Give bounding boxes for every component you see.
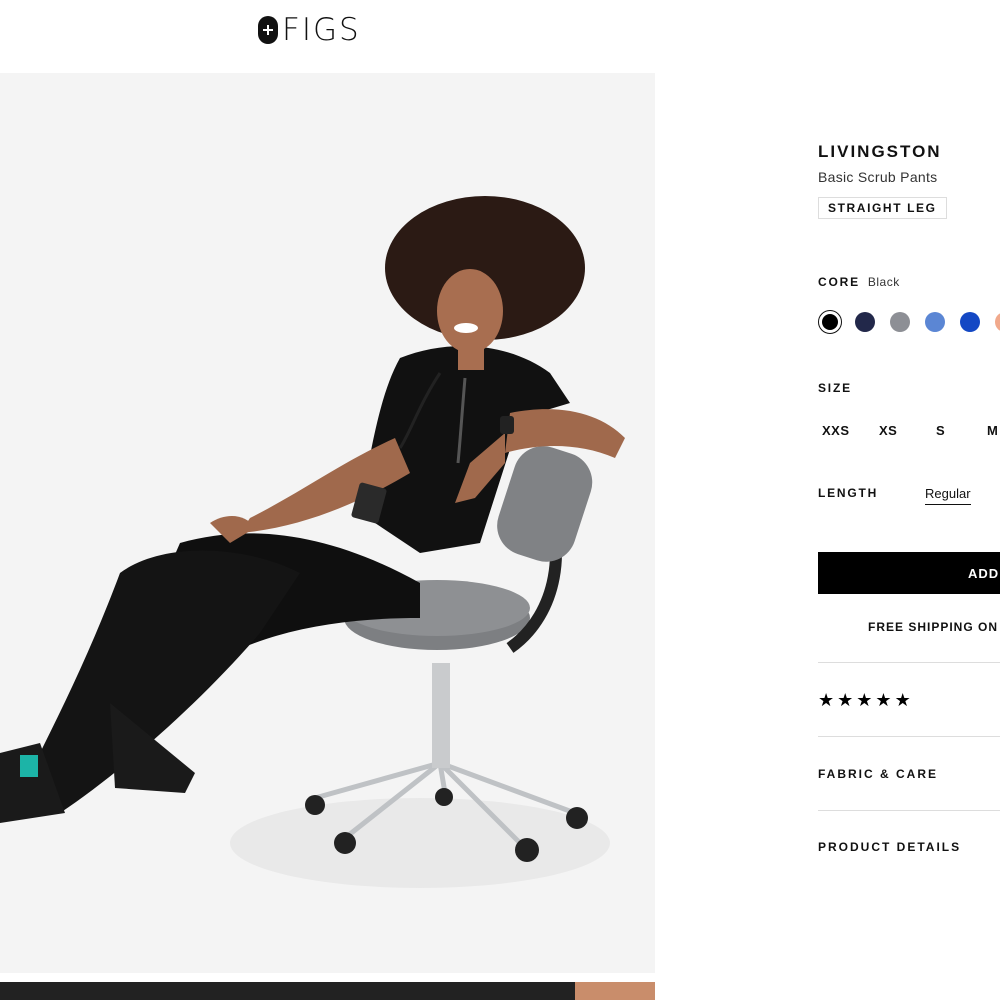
product-hero-image[interactable] [0,73,655,973]
free-shipping-note: FREE SHIPPING ON [868,620,999,634]
color-swatch-black[interactable] [818,310,842,334]
color-swatch-ceil-blue[interactable] [925,312,945,332]
add-to-bag-button[interactable]: ADD [818,552,1000,594]
star-icon: ★ [837,690,854,710]
size-label: SIZE [818,381,852,395]
color-swatch-navy[interactable] [855,312,875,332]
star-icon: ★ [894,690,911,710]
star-icon: ★ [875,690,892,710]
color-header: CORE Black [818,275,900,289]
product-details-accordion[interactable]: PRODUCT DETAILS [818,840,961,854]
star-icon: ★ [856,690,873,710]
model-on-stool-illustration [0,73,655,973]
size-option[interactable]: XS [879,423,897,438]
length-option-regular[interactable]: Regular [925,486,971,505]
color-swatch-royal-blue[interactable] [960,312,980,332]
figs-logo[interactable]: FIGS [258,12,361,48]
size-option[interactable]: XXS [822,423,850,438]
divider [818,736,1000,737]
divider [818,662,1000,663]
add-button-label: ADD [968,565,1000,581]
product-name: LIVINGSTON [818,142,942,161]
selected-color-name: Black [867,275,900,289]
product-subtitle: Basic Scrub Pants [818,169,938,185]
color-label: CORE [818,275,860,289]
logo-text: FIGS [282,12,361,48]
size-option[interactable]: S [936,423,945,438]
rating-stars[interactable]: ★ ★ ★ ★ ★ [818,690,911,711]
swatch-fill [822,314,838,330]
color-swatch-gray[interactable] [890,312,910,332]
figs-logo-icon [258,16,278,44]
fit-tag: STRAIGHT LEG [818,197,947,219]
next-gallery-image[interactable] [0,982,655,1000]
fabric-care-accordion[interactable]: FABRIC & CARE [818,767,938,781]
product-info-panel: LIVINGSTON Basic Scrub Pants STRAIGHT LE… [818,0,1000,1000]
star-icon: ★ [818,690,835,710]
color-swatch-peach[interactable] [995,312,1000,332]
divider [818,810,1000,811]
length-label: LENGTH [818,486,879,500]
size-option[interactable]: M [987,423,998,438]
size-options: XXS XS S M [818,423,1000,443]
color-swatches [818,310,1000,334]
